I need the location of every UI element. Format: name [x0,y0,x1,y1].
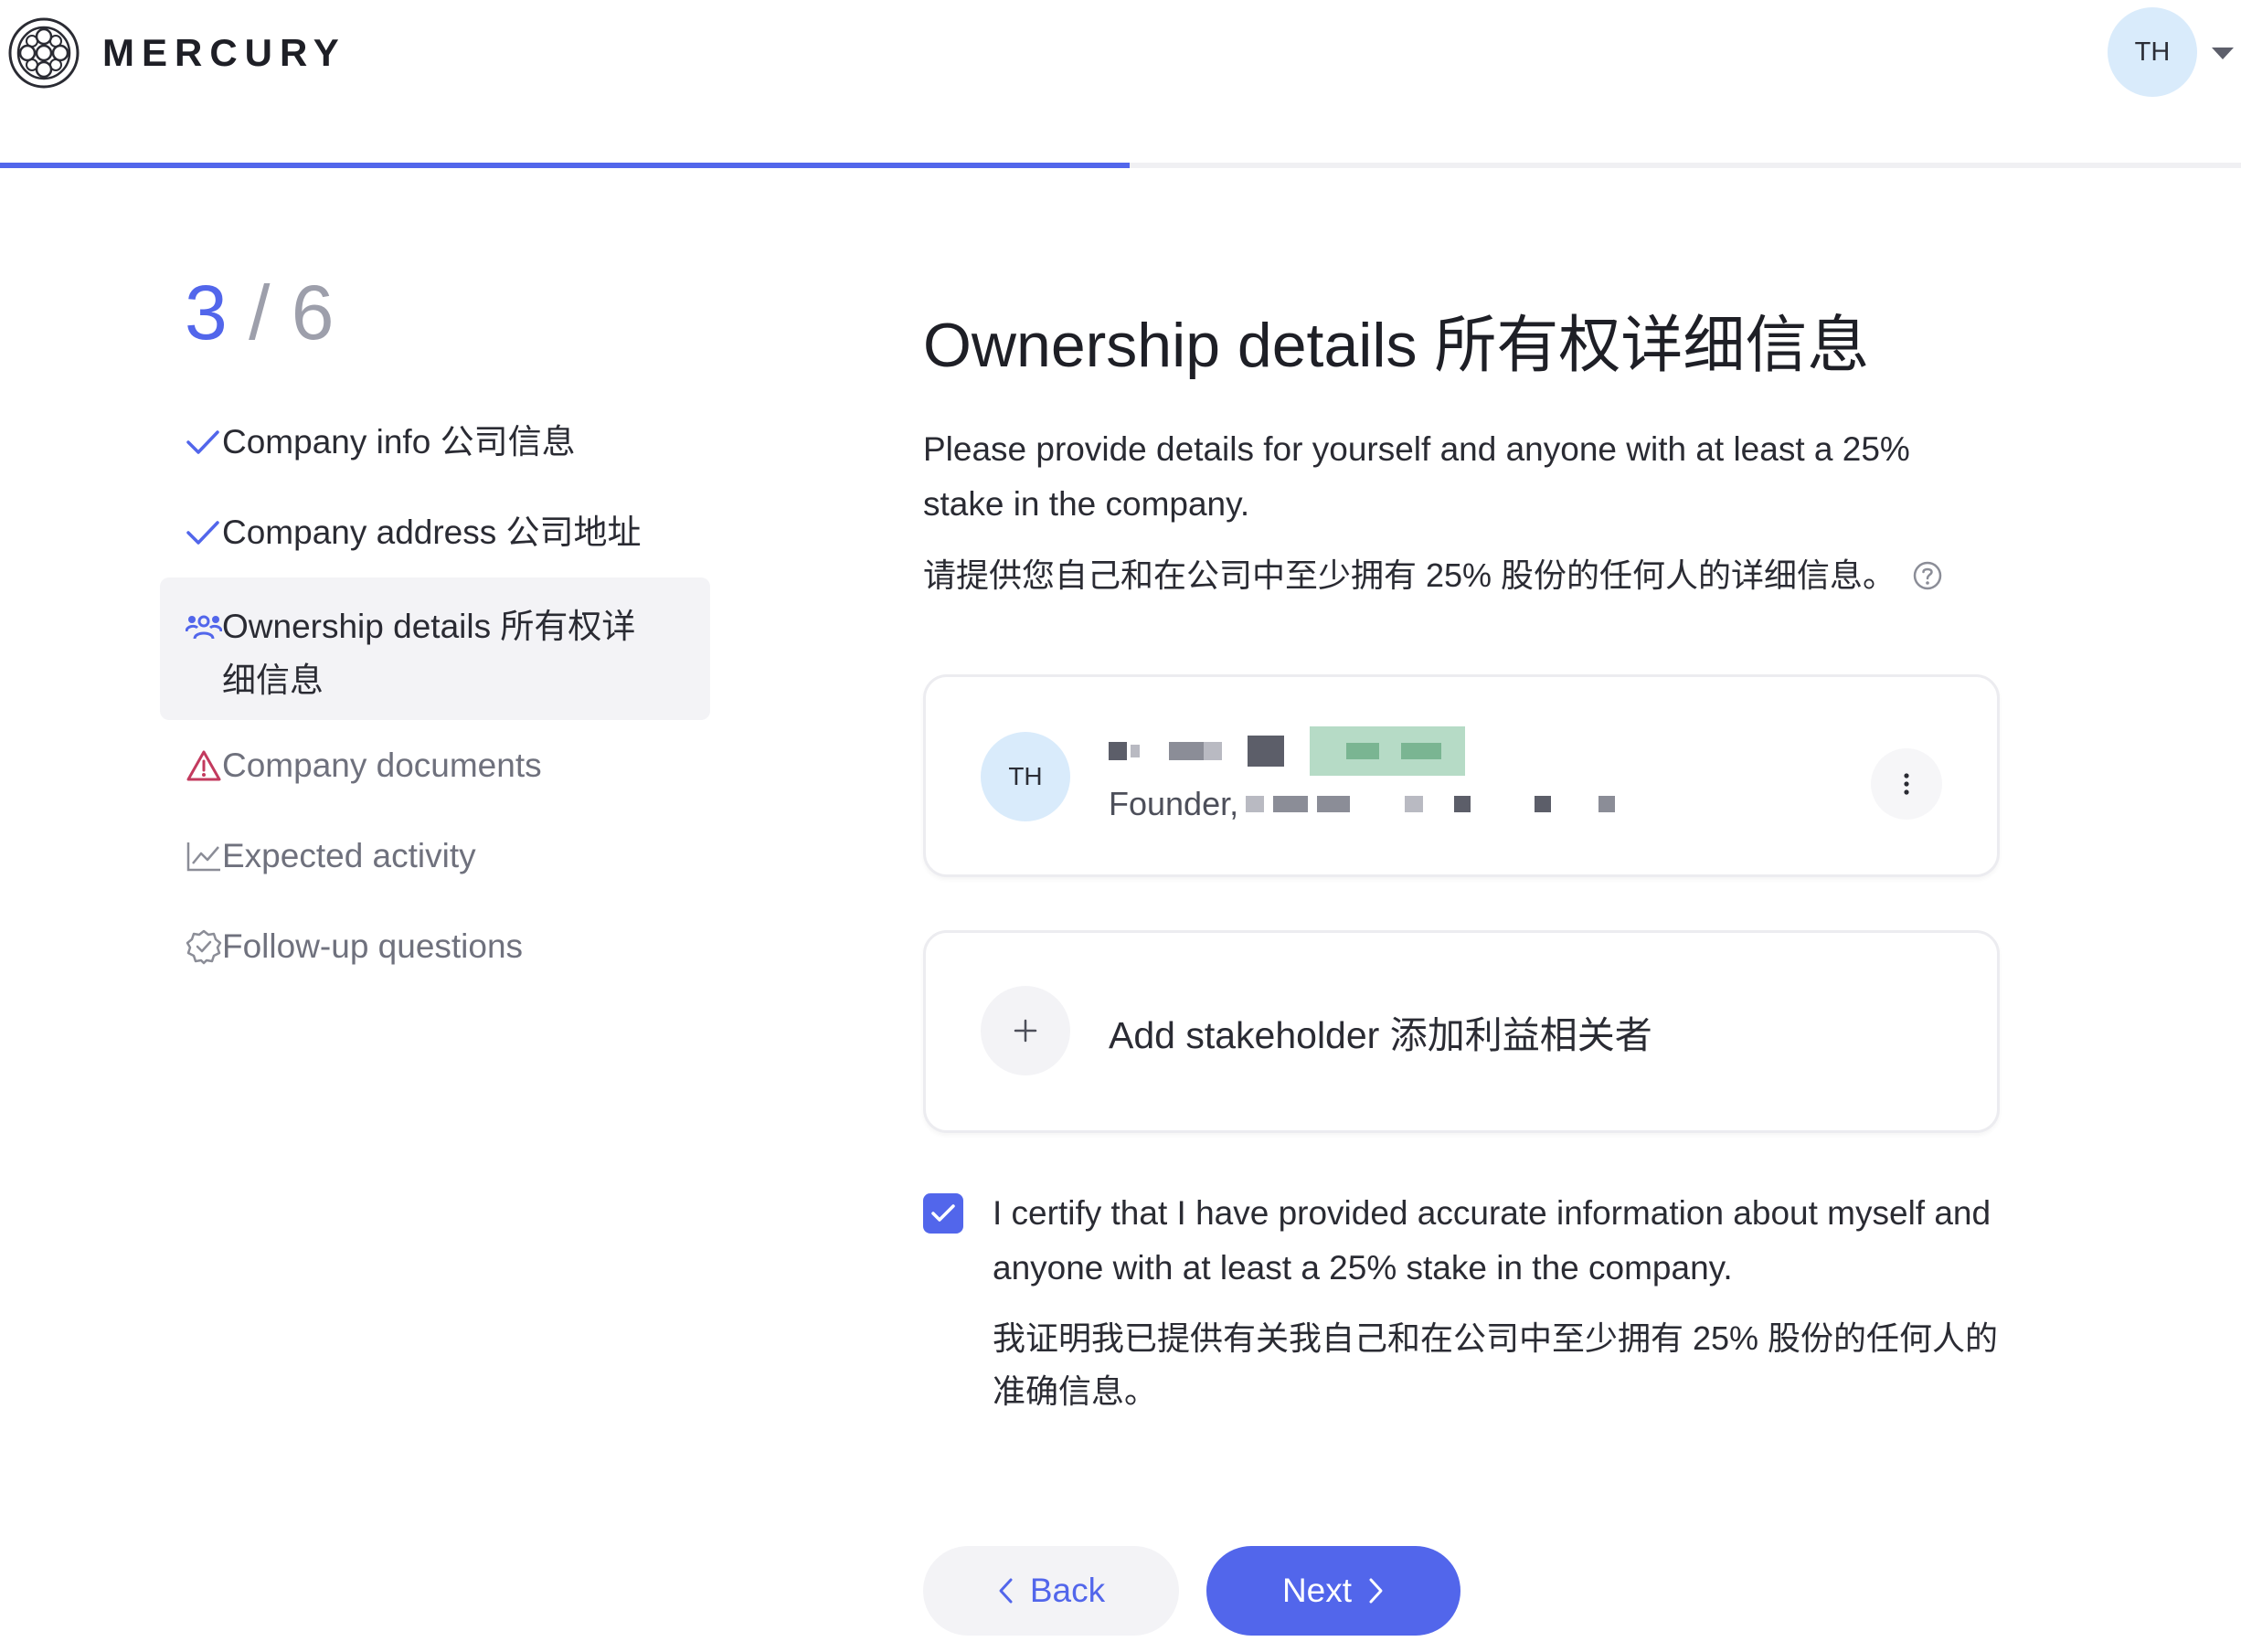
chart-icon [160,829,222,883]
help-icon[interactable] [1912,560,1943,591]
more-options-button[interactable] [1871,748,1942,820]
description-chinese-text: 请提供您自己和在公司中至少拥有 25% 股份的任何人的详细信息。 [923,556,1896,594]
check-icon [160,505,222,559]
certify-text-english: I certify that I have provided accurate … [993,1194,1991,1287]
sidebar-item-ownership-details[interactable]: Ownership details 所有权详 细信息 [160,577,710,720]
certify-checkbox[interactable] [923,1193,963,1234]
sidebar-item-label: Ownership details 所有权详 细信息 [222,599,635,707]
stakeholder-name-redacted [1109,726,1465,776]
sidebar-item-company-address[interactable]: Company address 公司地址 [160,505,710,559]
sidebar-item-label-line2: 细信息 [222,662,324,699]
sidebar-item-label: Company address 公司地址 [222,514,642,551]
kebab-icon [1904,773,1909,795]
sidebar-item-label: Expected activity [222,837,476,874]
progress-bar [0,163,2241,168]
user-avatar[interactable]: TH [2108,7,2197,97]
chevron-left-icon [999,1578,1013,1604]
badge-check-icon [160,919,222,973]
add-stakeholder-label: Add stakeholder 添加利益相关者 [1109,1014,1652,1056]
stakeholder-role-redacted [1246,796,1616,812]
brand-name: MERCURY [102,31,346,74]
sidebar-item-company-documents[interactable]: Company documents [160,738,710,792]
back-button[interactable]: Back [923,1546,1179,1636]
stakeholder-card[interactable]: TH Founder, [923,674,2000,877]
sidebar-item-label-line1: Ownership details 所有权详 [222,608,636,645]
stakeholder-role-label: Founder, [1109,785,1239,822]
sidebar-item-company-info[interactable]: Company info 公司信息 [160,415,710,469]
progress-bar-fill [0,163,1130,168]
description-chinese: 请提供您自己和在公司中至少拥有 25% 股份的任何人的详细信息。 [923,548,1943,603]
certify-text-chinese: 我证明我已提供有关我自己和在公司中至少拥有 25% 股份的任何人的准确信息。 [993,1319,1999,1410]
sidebar-item-follow-up-questions[interactable]: Follow-up questions [160,919,710,973]
chevron-right-icon [1369,1578,1383,1604]
mercury-logo [8,17,80,89]
checkmark-icon [931,1204,955,1222]
next-button[interactable]: Next [1206,1546,1460,1636]
step-counter: 3 / 6 [185,274,334,351]
next-button-label: Next [1281,1572,1353,1609]
page-title: Ownership details 所有权详细信息 [923,311,1870,380]
people-icon [160,599,222,653]
sidebar-item-label: Company documents [222,747,542,784]
chevron-down-icon[interactable] [2212,48,2234,59]
plus-icon [981,986,1070,1075]
sidebar-item-expected-activity[interactable]: Expected activity [160,829,710,883]
step-current: 3 [185,270,228,355]
description-english: Please provide details for yourself and … [923,430,1910,523]
step-total: 6 [291,270,335,355]
stakeholder-avatar: TH [981,732,1070,821]
add-stakeholder-button[interactable]: Add stakeholder 添加利益相关者 [923,930,2000,1133]
warning-icon [160,738,222,792]
sidebar-item-label: Company info 公司信息 [222,423,576,461]
sidebar-item-label: Follow-up questions [222,927,524,965]
stakeholder-role: Founder, [1109,785,1616,823]
step-separator: / [249,270,271,355]
back-button-label: Back [1029,1572,1106,1609]
check-icon [160,415,222,469]
